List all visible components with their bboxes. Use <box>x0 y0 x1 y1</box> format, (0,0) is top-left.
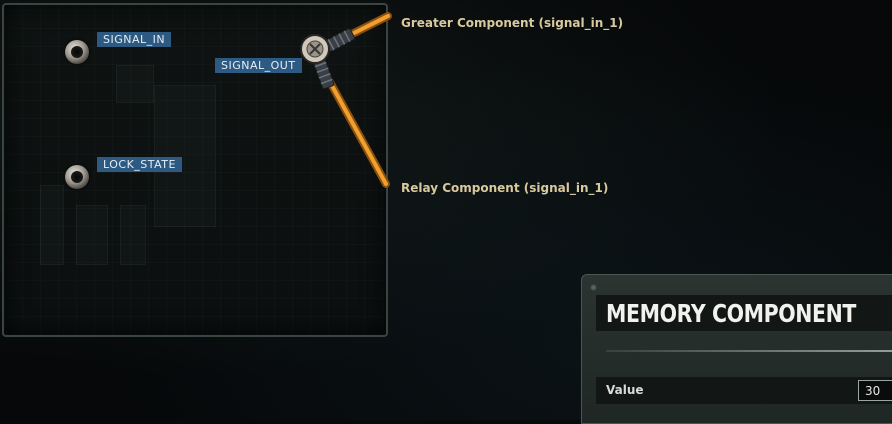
value-input[interactable] <box>858 380 892 401</box>
pin-label-lock-state: LOCK_STATE <box>97 157 182 172</box>
wiring-panel: SIGNAL_IN LOCK_STATE SIGNAL_OUT <box>2 3 388 337</box>
memory-title-bar: MEMORY COMPONENT <box>596 295 892 331</box>
signal-in-connector[interactable] <box>65 40 89 64</box>
lock-state-connector[interactable] <box>65 165 89 189</box>
memory-component-title: MEMORY COMPONENT <box>606 299 856 328</box>
panel-rivet <box>590 284 597 291</box>
memory-component-panel: MEMORY COMPONENT Value <box>581 274 892 424</box>
connection-label-relay: Relay Component (signal_in_1) <box>401 181 609 195</box>
connection-label-greater: Greater Component (signal_in_1) <box>401 16 624 30</box>
background-device <box>76 205 108 265</box>
background-device <box>40 185 64 265</box>
value-row: Value <box>596 377 892 404</box>
background-device <box>154 85 216 227</box>
memory-divider <box>606 350 892 352</box>
background-device <box>116 65 154 103</box>
value-label: Value <box>606 383 644 397</box>
pin-label-signal-in: SIGNAL_IN <box>97 32 172 47</box>
background-device <box>120 205 146 265</box>
pin-label-signal-out: SIGNAL_OUT <box>215 58 302 73</box>
